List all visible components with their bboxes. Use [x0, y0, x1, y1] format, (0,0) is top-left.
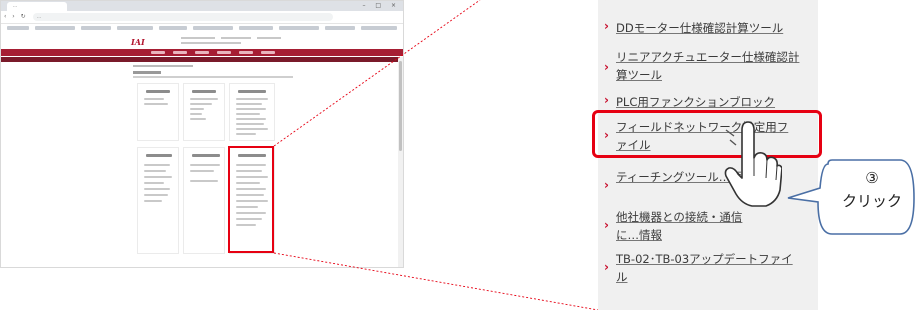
zoom-line-top	[273, 0, 481, 147]
chevron-right-icon: ›	[604, 0, 609, 4]
chevron-right-icon: ›	[604, 19, 609, 33]
zoom-line-bottom	[273, 252, 599, 310]
sidebar-item-label: PLC用ファンクションブロック	[616, 95, 776, 109]
chevron-right-icon: ›	[604, 260, 609, 274]
chevron-right-icon: ›	[604, 93, 609, 107]
hand-pointer-icon	[724, 121, 782, 207]
chevron-right-icon: ›	[604, 60, 609, 74]
highlight-box-large	[592, 110, 822, 158]
callout-step-number: ③	[865, 169, 879, 187]
chevron-right-icon: ›	[604, 218, 609, 232]
sidebar-item-label: リニアアクチュエーター仕様確認計算ツール	[616, 50, 800, 82]
sidebar-item-label: DDモーター仕様確認計算ツール	[616, 21, 784, 35]
callout-action-label: クリック	[841, 192, 902, 210]
sidebar-item-label: 他社機器との接続・通信に…情報	[616, 210, 743, 242]
chevron-right-icon: ›	[604, 178, 609, 192]
sidebar-item-label: TB-02･TB-03アップデートファイル	[616, 252, 793, 284]
